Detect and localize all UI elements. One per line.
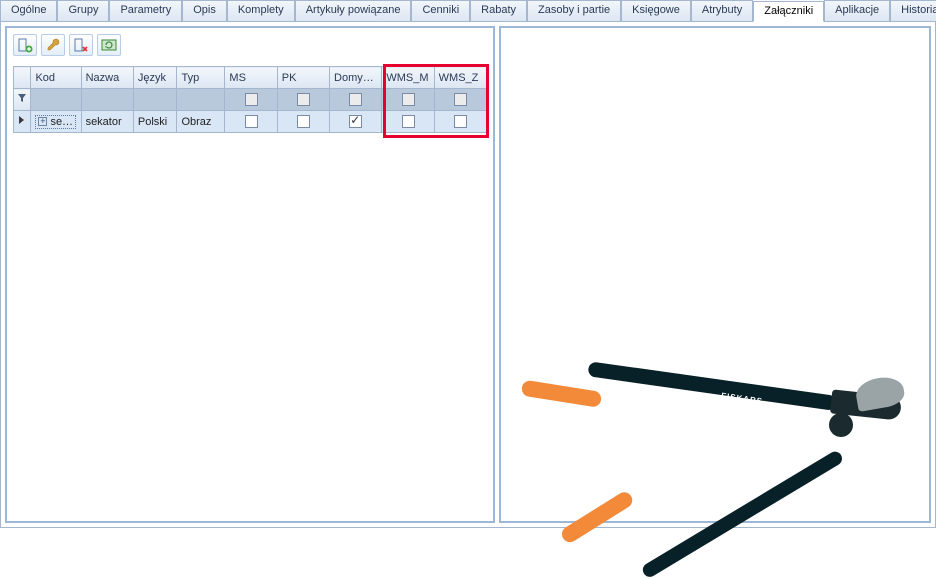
filter-jezyk[interactable] [133,89,177,111]
cell-pk[interactable] [277,111,329,133]
filter-pk[interactable] [277,89,329,111]
tab-cenniki[interactable]: Cenniki [411,0,470,21]
filter-domy[interactable] [330,89,382,111]
tab-zasoby-i-partie[interactable]: Zasoby i partie [527,0,621,21]
cell-domy[interactable] [330,111,382,133]
row-selector-header[interactable] [14,67,31,89]
tab-ksiegowe[interactable]: Księgowe [621,0,691,21]
col-jezyk[interactable]: Język [133,67,177,89]
col-kod[interactable]: Kod [31,67,81,89]
grid-toolbar [7,28,493,62]
cell-kod-text: se… [50,116,73,128]
col-domy[interactable]: Domy… [330,67,382,89]
filter-icon [17,93,27,103]
attachments-panel: Kod Nazwa Język Typ MS PK Domy… WMS_M WM… [5,26,495,523]
refresh-icon [101,37,117,53]
refresh-button[interactable] [97,34,121,56]
preview-panel: FISKARS [499,26,931,523]
cell-nazwa[interactable]: sekator [81,111,133,133]
attachments-grid[interactable]: Kod Nazwa Język Typ MS PK Domy… WMS_M WM… [13,66,487,133]
tab-aplikacje[interactable]: Aplikacje [824,0,890,21]
filter-nazwa[interactable] [81,89,133,111]
filter-typ[interactable] [177,89,225,111]
filter-ms[interactable] [225,89,277,111]
edit-button[interactable] [41,34,65,56]
table-row[interactable]: + se… sekator Polski Obraz [14,111,487,133]
cell-wmsm[interactable] [382,111,434,133]
tab-atrybuty[interactable]: Atrybuty [691,0,753,21]
cell-wmsz[interactable] [434,111,486,133]
cell-jezyk[interactable]: Polski [133,111,177,133]
tab-historia-zmian[interactable]: Historia zmian [890,0,936,21]
grid-filter-row[interactable] [14,89,487,111]
cell-typ[interactable]: Obraz [177,111,225,133]
col-wmsm[interactable]: WMS_M [382,67,434,89]
tab-zalaczniki[interactable]: Załączniki [753,1,824,22]
filter-indicator [14,89,31,111]
tab-opis[interactable]: Opis [182,0,227,21]
col-wmsz[interactable]: WMS_Z [434,67,486,89]
current-row-icon [18,115,26,125]
col-nazwa[interactable]: Nazwa [81,67,133,89]
cell-ms[interactable] [225,111,277,133]
filter-kod[interactable] [31,89,81,111]
cell-kod[interactable]: + se… [31,111,81,133]
tab-grupy[interactable]: Grupy [57,0,109,21]
col-typ[interactable]: Typ [177,67,225,89]
tab-parametry[interactable]: Parametry [109,0,182,21]
filter-wmsm[interactable] [382,89,434,111]
tab-strip: Ogólne Grupy Parametry Opis Komplety Art… [0,0,936,22]
delete-button[interactable] [69,34,93,56]
add-icon [17,37,33,53]
wrench-icon [45,37,61,53]
attachment-preview: FISKARS [511,318,911,528]
add-button[interactable] [13,34,37,56]
tab-ogolne[interactable]: Ogólne [0,0,57,21]
tab-artykuly-powiazane[interactable]: Artykuły powiązane [295,0,412,21]
col-ms[interactable]: MS [225,67,277,89]
filter-wmsz[interactable] [434,89,486,111]
delete-icon [73,37,89,53]
content-area: Kod Nazwa Język Typ MS PK Domy… WMS_M WM… [0,22,936,528]
row-indicator [14,111,31,133]
col-pk[interactable]: PK [277,67,329,89]
tab-komplety[interactable]: Komplety [227,0,295,21]
grid-header-row: Kod Nazwa Język Typ MS PK Domy… WMS_M WM… [14,67,487,89]
expand-icon[interactable]: + [38,117,47,126]
tab-rabaty[interactable]: Rabaty [470,0,527,21]
